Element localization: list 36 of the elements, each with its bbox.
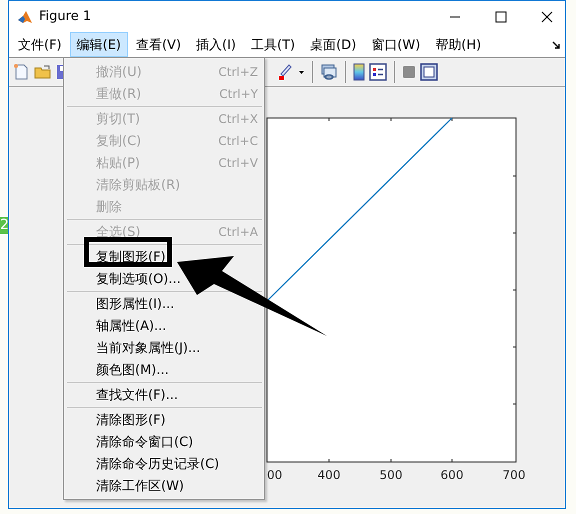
link-icon[interactable] xyxy=(320,63,338,81)
tick-label: 700 xyxy=(502,468,526,482)
menu-item[interactable]: 工具(T) xyxy=(244,32,302,57)
menu-option[interactable]: 清除命令历史记录(C) xyxy=(64,453,264,475)
menu-option[interactable]: 图形属性(I)... xyxy=(64,293,264,315)
menu-item[interactable]: 帮助(H) xyxy=(428,32,488,57)
app-icon xyxy=(17,8,33,24)
menu-item[interactable]: 插入(I) xyxy=(189,32,244,57)
menu-option[interactable]: 清除图形(F) xyxy=(64,409,264,431)
menu-option[interactable]: 查找文件(F)... xyxy=(64,384,264,406)
menu-item[interactable]: 文件(F) xyxy=(11,32,69,57)
menu-option[interactable]: 轴属性(A)... xyxy=(64,315,264,337)
menu-option[interactable]: 复制选项(O)... xyxy=(64,268,264,290)
dock-icon[interactable] xyxy=(552,41,561,50)
tick-label: 00 xyxy=(267,468,282,482)
legend-icon[interactable] xyxy=(369,63,387,81)
colorbar-icon[interactable] xyxy=(353,63,365,81)
close-icon[interactable] xyxy=(541,10,553,22)
tick-label: 400 xyxy=(318,468,340,482)
frame-icon[interactable] xyxy=(420,63,438,81)
menu-item[interactable]: 编辑(E) xyxy=(70,32,128,57)
maximize-icon[interactable] xyxy=(495,10,507,22)
number-badge: 2 xyxy=(0,217,8,234)
menu-option[interactable]: 清除命令窗口(C) xyxy=(64,431,264,453)
menu-item[interactable]: 桌面(D) xyxy=(303,32,364,57)
folder-icon[interactable] xyxy=(34,63,52,81)
tick-label: 500 xyxy=(380,468,402,482)
menu-item[interactable]: 窗口(W) xyxy=(364,32,428,57)
menu-option[interactable]: 颜色图(M)... xyxy=(64,359,264,381)
new-file-icon[interactable] xyxy=(12,63,30,81)
tick-label: 600 xyxy=(440,468,464,482)
menu-option[interactable]: 清除工作区(W) xyxy=(64,475,264,497)
pen-icon[interactable] xyxy=(278,63,294,81)
menu-option[interactable]: 当前对象属性(J)... xyxy=(64,337,264,359)
menu-item[interactable]: 查看(V) xyxy=(128,32,188,57)
window-title: Figure 1 xyxy=(39,9,92,24)
